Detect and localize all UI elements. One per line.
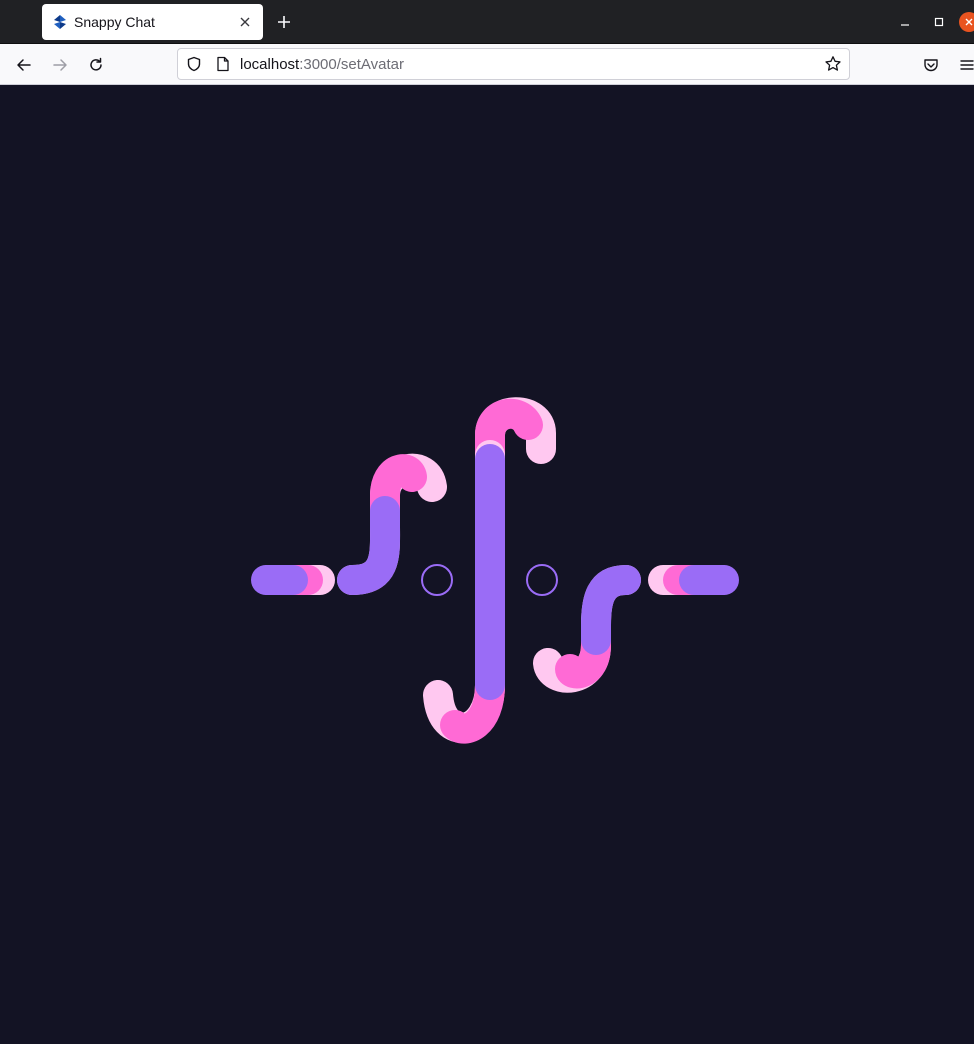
maximize-icon[interactable]: [928, 11, 950, 33]
url-path: :3000/setAvatar: [299, 55, 404, 73]
arrow-right-icon[interactable]: [47, 52, 73, 78]
app-logo-icon: [52, 14, 68, 30]
tab-title: Snappy Chat: [74, 14, 155, 30]
loading-animation: [251, 397, 739, 744]
close-icon[interactable]: [237, 14, 253, 30]
url-bar[interactable]: localhost:3000/setAvatar: [177, 48, 850, 80]
navigation-toolbar: localhost:3000/setAvatar: [0, 44, 974, 85]
pocket-icon[interactable]: [918, 52, 944, 78]
star-icon[interactable]: [823, 54, 843, 74]
page-icon[interactable]: [214, 55, 232, 73]
url-text[interactable]: localhost:3000/setAvatar: [240, 56, 823, 73]
shield-icon[interactable]: [185, 55, 203, 73]
tab-strip: Snappy Chat: [0, 0, 974, 44]
page-content: [0, 85, 974, 1044]
url-host: localhost: [240, 55, 300, 73]
plus-icon[interactable]: [273, 11, 295, 33]
arrow-left-icon[interactable]: [11, 52, 37, 78]
tab-snappy-chat[interactable]: Snappy Chat: [42, 4, 263, 40]
reload-icon[interactable]: [83, 52, 109, 78]
close-icon[interactable]: [958, 11, 974, 33]
minimize-icon[interactable]: [894, 11, 916, 33]
hamburger-menu-icon[interactable]: [954, 52, 974, 78]
